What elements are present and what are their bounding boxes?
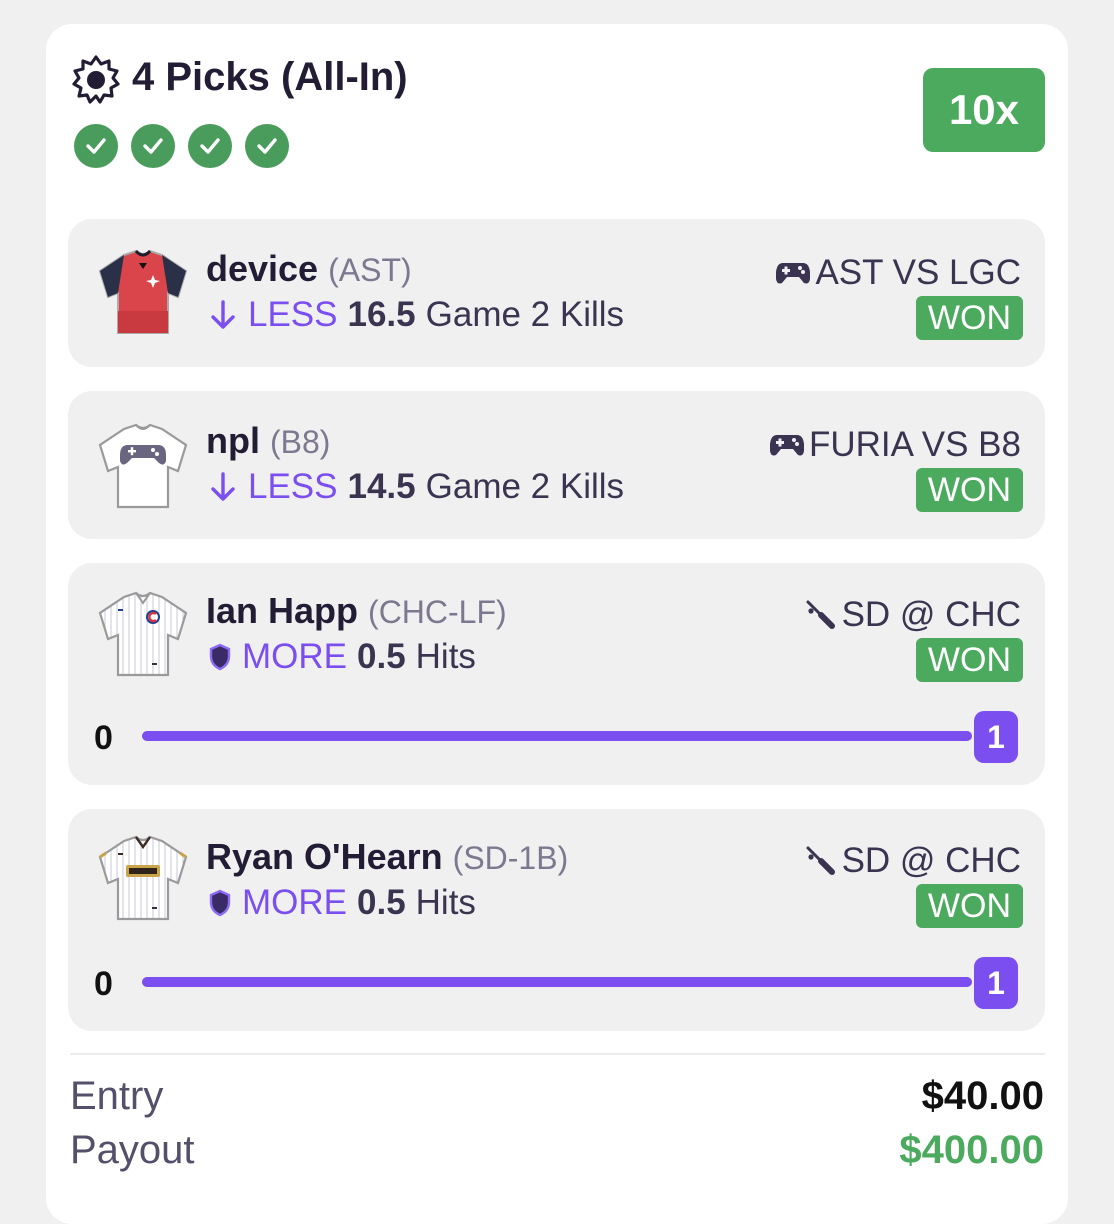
matchup: FURIA VS B8	[769, 423, 1021, 467]
progress-track	[142, 731, 972, 741]
progress-fill	[142, 977, 972, 987]
result-badge: WON	[915, 884, 1023, 928]
baseball-bat-icon	[806, 600, 835, 629]
player-team: (B8)	[270, 424, 331, 460]
matchup: AST VS LGC	[775, 251, 1021, 295]
pick-line-value: 0.5	[357, 883, 406, 922]
divider	[70, 1053, 1045, 1055]
pick-line-value: 0.5	[357, 637, 406, 676]
progress-fill	[142, 731, 972, 741]
pick-line: MORE 0.5 Hits	[208, 881, 476, 925]
player-team: (AST)	[328, 252, 412, 288]
progress-min: 0	[94, 719, 113, 757]
pick-card[interactable]: device (AST) LESS 16.5 Game 2 Kills AST …	[68, 219, 1045, 367]
pick-direction: MORE	[242, 637, 347, 676]
pick-line-value: 14.5	[347, 467, 416, 506]
entry-label: Entry	[70, 1074, 164, 1118]
player-name: Ryan O'Hearn (SD-1B)	[206, 835, 568, 880]
matchup-text: SD @ CHC	[841, 595, 1021, 634]
pick-line: LESS 14.5 Game 2 Kills	[208, 465, 624, 509]
progress-min: 0	[94, 965, 113, 1003]
matchup-text: FURIA VS B8	[808, 425, 1021, 464]
pick-card[interactable]: npl (B8) LESS 14.5 Game 2 Kills FURIA VS…	[68, 391, 1045, 539]
payout-label: Payout	[70, 1128, 195, 1172]
pick-card[interactable]: Ian Happ (CHC-LF) MORE 0.5 Hits SD @ CHC…	[68, 563, 1045, 785]
red-jersey-icon	[98, 249, 188, 334]
check-icon	[74, 124, 118, 168]
check-icon	[245, 124, 289, 168]
player-name-text: Ian Happ	[206, 590, 359, 631]
pick-stat: Game 2 Kills	[425, 467, 625, 506]
pick-stat: Game 2 Kills	[425, 295, 625, 334]
result-badge: WON	[915, 638, 1023, 682]
arrow-down-icon	[211, 300, 235, 329]
matchup: SD @ CHC	[804, 593, 1021, 637]
matchup-text: AST VS LGC	[815, 253, 1021, 292]
player-name-text: npl	[206, 420, 260, 461]
player-name: device (AST)	[206, 247, 412, 292]
gamepad-icon	[776, 263, 811, 284]
entry-title: 4 Picks (All-In)	[132, 55, 408, 99]
arrow-down-icon	[211, 472, 235, 501]
check-icon	[131, 124, 175, 168]
shield-icon	[209, 889, 231, 917]
pick-line: LESS 16.5 Game 2 Kills	[208, 293, 624, 337]
pick-line-value: 16.5	[347, 295, 416, 334]
pick-stat: Hits	[415, 637, 476, 676]
player-name: Ian Happ (CHC-LF)	[206, 589, 507, 634]
shield-icon	[209, 643, 231, 671]
matchup: SD @ CHC	[804, 839, 1021, 883]
entry-amount: $40.00	[921, 1074, 1044, 1118]
pick-status-checks	[74, 124, 289, 168]
pick-direction: MORE	[242, 883, 347, 922]
payout-amount: $400.00	[899, 1128, 1044, 1172]
pick-direction: LESS	[248, 467, 338, 506]
matchup-text: SD @ CHC	[841, 841, 1021, 880]
player-name-text: device	[206, 248, 319, 289]
pick-stat: Hits	[415, 883, 476, 922]
result-badge: WON	[915, 296, 1023, 340]
baseball-bat-icon	[806, 846, 835, 875]
player-name-text: Ryan O'Hearn	[206, 836, 443, 877]
payout-multiplier-badge: 10x	[923, 68, 1045, 152]
progress-track	[142, 977, 972, 987]
pick-line: MORE 0.5 Hits	[208, 635, 476, 679]
pick-direction: LESS	[248, 295, 338, 334]
pinstripe-jersey-icon	[98, 835, 188, 921]
player-team: (SD-1B)	[452, 840, 569, 876]
progress-current-badge: 1	[974, 711, 1018, 763]
player-team: (CHC-LF)	[368, 594, 507, 630]
progress-current-badge: 1	[974, 957, 1018, 1009]
player-name: npl (B8)	[206, 419, 330, 464]
pick-card[interactable]: Ryan O'Hearn (SD-1B) MORE 0.5 Hits SD @ …	[68, 809, 1045, 1031]
result-badge: WON	[915, 468, 1023, 512]
gamepad-icon	[769, 435, 804, 456]
check-icon	[188, 124, 232, 168]
white-jersey-icon	[98, 423, 188, 509]
sun-icon	[72, 55, 120, 104]
pinstripe-jersey-icon	[98, 591, 188, 677]
